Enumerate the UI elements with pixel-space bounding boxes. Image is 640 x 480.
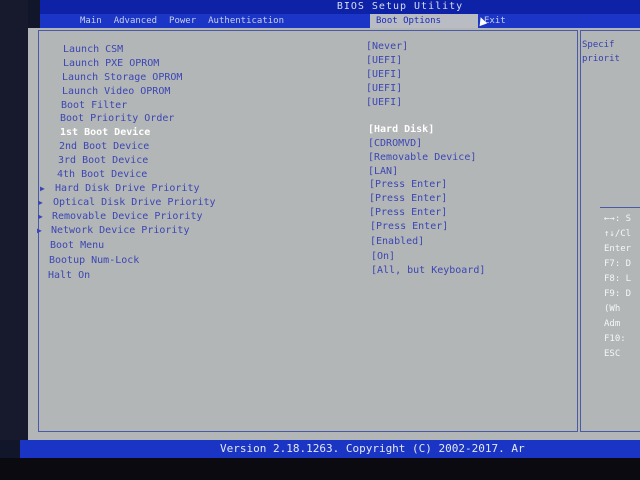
tab-boot-options[interactable]: Boot Options — [370, 14, 478, 28]
value-launch-pxe-oprom[interactable]: [UEFI] — [366, 54, 402, 68]
bios-screen: BIOS Setup Utility Main Advanced Power A… — [0, 0, 640, 480]
item-help: Specif priorit — [582, 38, 620, 66]
submenu-arrow-icon: ▶ — [38, 198, 43, 207]
value-hard-disk-drive-priority[interactable]: [Press Enter] — [369, 178, 447, 192]
setting-removable-device-priority[interactable]: Removable Device Priority — [52, 210, 203, 224]
key-hint: F7: D — [604, 259, 632, 269]
setting-optical-disk-drive-priority[interactable]: Optical Disk Drive Priority — [53, 196, 216, 210]
value-bootup-num-lock[interactable]: [On] — [371, 250, 395, 264]
setting-launch-video-oprom[interactable]: Launch Video OPROM — [62, 85, 170, 99]
setting-4th-boot-device[interactable]: 4th Boot Device — [57, 168, 147, 182]
setting-launch-pxe-oprom[interactable]: Launch PXE OPROM — [63, 57, 159, 71]
key-hint: ←→: S — [604, 214, 632, 224]
value-4th-boot-device[interactable]: [LAN] — [368, 165, 398, 179]
screen-bottom-bezel — [0, 458, 640, 480]
setting-launch-storage-oprom[interactable]: Launch Storage OPROM — [62, 71, 182, 85]
key-hint: F8: L — [604, 274, 632, 284]
value-3rd-boot-device[interactable]: [Removable Device] — [368, 151, 476, 165]
setting-launch-csm[interactable]: Launch CSM — [63, 43, 123, 57]
submenu-arrow-icon: ▶ — [38, 212, 43, 221]
menu-bar: Main Advanced Power Authentication Boot … — [40, 14, 640, 28]
setting-1st-boot-device[interactable]: 1st Boot Device — [60, 126, 150, 140]
tab-advanced[interactable]: Advanced — [108, 14, 163, 28]
key-hint: (Wh — [604, 304, 621, 314]
key-hint: F9: D — [604, 289, 632, 299]
tab-power[interactable]: Power — [163, 14, 202, 28]
screen-bezel — [0, 0, 28, 440]
version-footer: Version 2.18.1263. Copyright (C) 2002-20… — [20, 440, 640, 458]
key-hint: ↑↓/Cl — [604, 229, 632, 239]
tab-unlabeled[interactable] — [290, 14, 370, 28]
setting-boot-menu[interactable]: Boot Menu — [50, 239, 104, 253]
key-hint: Enter — [604, 244, 632, 254]
value-launch-storage-oprom[interactable]: [UEFI] — [366, 68, 402, 82]
value-optical-disk-drive-priority[interactable]: [Press Enter] — [369, 192, 447, 206]
submenu-arrow-icon: ▶ — [37, 226, 42, 235]
setting-hard-disk-drive-priority[interactable]: Hard Disk Drive Priority — [55, 182, 200, 196]
help-divider — [600, 207, 640, 208]
value-removable-device-priority[interactable]: [Press Enter] — [369, 206, 447, 220]
value-network-device-priority[interactable]: [Press Enter] — [370, 220, 448, 234]
setting-network-device-priority[interactable]: Network Device Priority — [51, 224, 189, 238]
key-legend: ←→: S ↑↓/Cl Enter F7: D F8: L F9: D (Wh … — [604, 212, 631, 362]
value-2nd-boot-device[interactable]: [CDROMVD] — [368, 137, 422, 151]
tab-main[interactable]: Main — [74, 14, 108, 28]
section-boot-priority-order: Boot Priority Order — [60, 113, 175, 124]
setting-boot-filter[interactable]: Boot Filter — [61, 99, 127, 113]
value-boot-menu[interactable]: [Enabled] — [370, 235, 424, 249]
window-title: BIOS Setup Utility — [40, 0, 640, 14]
value-1st-boot-device[interactable]: [Hard Disk] — [368, 123, 434, 137]
setting-3rd-boot-device[interactable]: 3rd Boot Device — [58, 154, 148, 168]
value-boot-filter[interactable]: [UEFI] — [366, 96, 402, 110]
setting-halt-on[interactable]: Halt On — [48, 269, 90, 283]
help-line: priorit — [582, 54, 620, 64]
submenu-arrow-icon: ▶ — [40, 184, 45, 193]
setting-2nd-boot-device[interactable]: 2nd Boot Device — [59, 140, 149, 154]
key-hint: ESC — [604, 349, 621, 359]
setting-bootup-num-lock[interactable]: Bootup Num-Lock — [49, 254, 139, 268]
key-hint: Adm — [604, 319, 621, 329]
value-launch-video-oprom[interactable]: [UEFI] — [366, 82, 402, 96]
value-halt-on[interactable]: [All, but Keyboard] — [371, 264, 485, 278]
help-line: Specif — [582, 40, 615, 50]
key-hint: F10: — [604, 334, 626, 344]
value-launch-csm[interactable]: [Never] — [366, 40, 408, 54]
tab-authentication[interactable]: Authentication — [202, 14, 290, 28]
